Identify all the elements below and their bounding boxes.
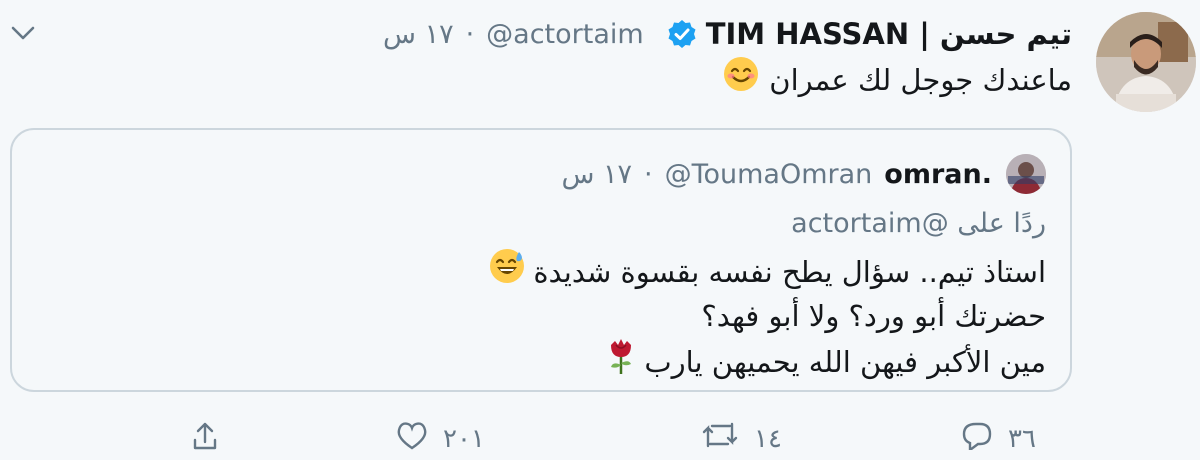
tweet: تيم حسن | TIM HASSAN @actortaim · ١٧ س م…	[0, 0, 1200, 454]
quoted-tweet[interactable]: omran. @ToumaOmran · ١٧ س ردًا على @acto…	[10, 128, 1072, 392]
quoted-text: استاذ تيم.. سؤال يطح نفسه بقسوة شديدة حض…	[489, 248, 1046, 386]
reply-mention[interactable]: @actortaim	[791, 208, 949, 239]
reply-count: ٣٦	[1008, 423, 1036, 454]
reply-button[interactable]: ٣٦	[960, 420, 1036, 457]
quoted-line-text: استاذ تيم.. سؤال يطح نفسه بقسوة شديدة	[533, 254, 1046, 289]
quoted-header: omran. @ToumaOmran · ١٧ س	[561, 154, 1046, 194]
heart-icon	[395, 420, 429, 457]
timestamp[interactable]: ١٧ س	[383, 19, 454, 50]
like-button[interactable]: ٢٠١	[395, 420, 485, 457]
quoted-timestamp[interactable]: ١٧ س	[561, 159, 632, 190]
verified-badge-icon	[666, 18, 698, 50]
tweet-text: ماعندك جوجل لك عمران	[723, 56, 1072, 104]
quoted-line-text: حضرتك أبو ورد؟ ولا أبو فهد؟	[701, 299, 1046, 333]
chevron-down-icon[interactable]	[8, 18, 38, 48]
quoted-separator-dot: ·	[644, 158, 653, 190]
replying-to: ردًا على @actortaim	[791, 208, 1046, 239]
sweat-smile-icon	[489, 248, 525, 295]
share-icon	[190, 420, 220, 457]
quoted-line: حضرتك أبو ورد؟ ولا أبو فهد؟	[489, 295, 1046, 337]
quoted-line: مين الأكبر فيهن الله يحميهن يارب	[489, 337, 1046, 386]
tweet-text-content: ماعندك جوجل لك عمران	[769, 63, 1072, 97]
reply-prefix: ردًا على	[957, 208, 1046, 239]
quoted-display-name[interactable]: omran.	[884, 159, 992, 190]
reply-icon	[960, 420, 994, 457]
action-bar: ٣٦ ١٤ ٢٠١	[0, 420, 1200, 460]
retweet-icon	[700, 420, 740, 457]
handle[interactable]: @actortaim	[486, 19, 644, 50]
display-name[interactable]: تيم حسن | TIM HASSAN	[706, 17, 1072, 51]
smiling-face-icon	[723, 56, 759, 104]
separator-dot: ·	[465, 18, 475, 50]
share-button[interactable]	[190, 420, 220, 457]
tweet-header: تيم حسن | TIM HASSAN @actortaim · ١٧ س	[383, 14, 1072, 54]
retweet-button[interactable]: ١٤	[700, 420, 782, 457]
quoted-line: استاذ تيم.. سؤال يطح نفسه بقسوة شديدة	[489, 248, 1046, 295]
avatar[interactable]	[1096, 12, 1196, 112]
like-count: ٢٠١	[443, 423, 485, 454]
quoted-handle[interactable]: @ToumaOmran	[665, 159, 873, 190]
rose-icon	[606, 337, 636, 386]
retweet-count: ١٤	[754, 423, 782, 454]
quoted-avatar	[1006, 154, 1046, 194]
quoted-line-text: مين الأكبر فيهن الله يحميهن يارب	[644, 344, 1046, 379]
